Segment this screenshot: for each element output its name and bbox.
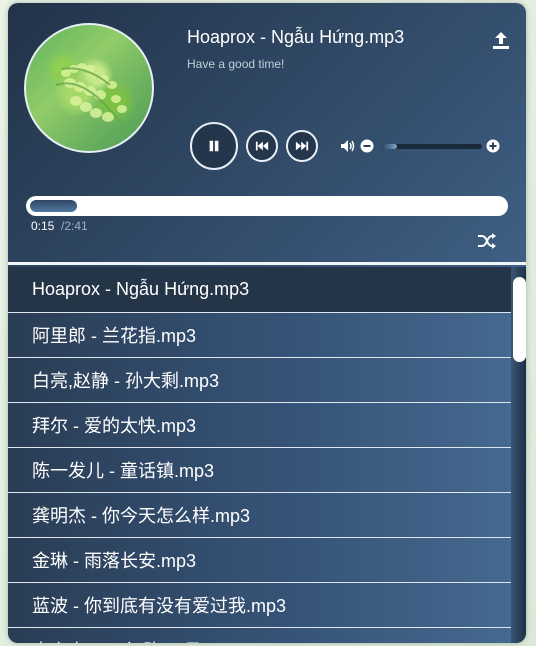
pause-icon xyxy=(209,140,219,152)
shuffle-icon xyxy=(478,233,496,249)
playlist: Hoaprox - Ngẫu Hứng.mp3 阿里郎 - 兰花指.mp3 白亮,赵… xyxy=(8,267,511,643)
playlist-item[interactable]: 龚明杰 - 你今天怎么样.mp3 xyxy=(8,493,511,538)
playlist-item[interactable]: 拜尔 - 爱的太快.mp3 xyxy=(8,403,511,448)
volume-slider[interactable] xyxy=(382,144,482,149)
fern-artwork xyxy=(55,63,127,126)
seek-bar[interactable] xyxy=(26,196,508,216)
minus-circle-icon[interactable] xyxy=(360,139,374,153)
skip-previous-icon xyxy=(255,141,269,151)
playlist-item[interactable]: 陈一发儿 - 童话镇.mp3 xyxy=(8,448,511,493)
skip-next-icon xyxy=(295,141,309,151)
divider xyxy=(8,262,526,265)
playlist-item[interactable]: 阿里郎 - 兰花指.mp3 xyxy=(8,313,511,358)
playlist-item[interactable]: 蓝波 - 你到底有没有爱过我.mp3 xyxy=(8,583,511,628)
scrollbar-thumb[interactable] xyxy=(513,277,526,362)
plus-circle-icon[interactable] xyxy=(486,139,500,153)
previous-button[interactable] xyxy=(246,130,278,162)
volume-slider-fill xyxy=(382,144,397,149)
album-cover xyxy=(24,23,154,153)
upload-icon xyxy=(493,32,509,49)
playlist-item[interactable]: Hoaprox - Ngẫu Hứng.mp3 xyxy=(8,267,511,313)
music-player: Hoaprox - Ngẫu Hứng.mp3 Have a good time… xyxy=(8,3,526,643)
playlist-item[interactable]: 白亮,赵静 - 孙大剩.mp3 xyxy=(8,358,511,403)
playlist-item[interactable]: 李宇春 - 下个,路口,见.mp3 xyxy=(8,628,511,643)
playlist-item[interactable]: 金琳 - 雨落长安.mp3 xyxy=(8,538,511,583)
now-playing-subtitle: Have a good time! xyxy=(187,57,285,71)
upload-button[interactable] xyxy=(490,29,512,51)
next-button[interactable] xyxy=(286,130,318,162)
volume-icon xyxy=(341,140,355,152)
shuffle-button[interactable] xyxy=(477,232,497,250)
playlist-scrollbar[interactable] xyxy=(511,267,526,643)
time-current: 0:15 xyxy=(31,219,55,233)
seek-bar-fill xyxy=(30,200,77,212)
time-total: /2:41 xyxy=(61,219,88,233)
pause-button[interactable] xyxy=(190,122,238,170)
now-playing-title: Hoaprox - Ngẫu Hứng.mp3 xyxy=(187,27,405,47)
